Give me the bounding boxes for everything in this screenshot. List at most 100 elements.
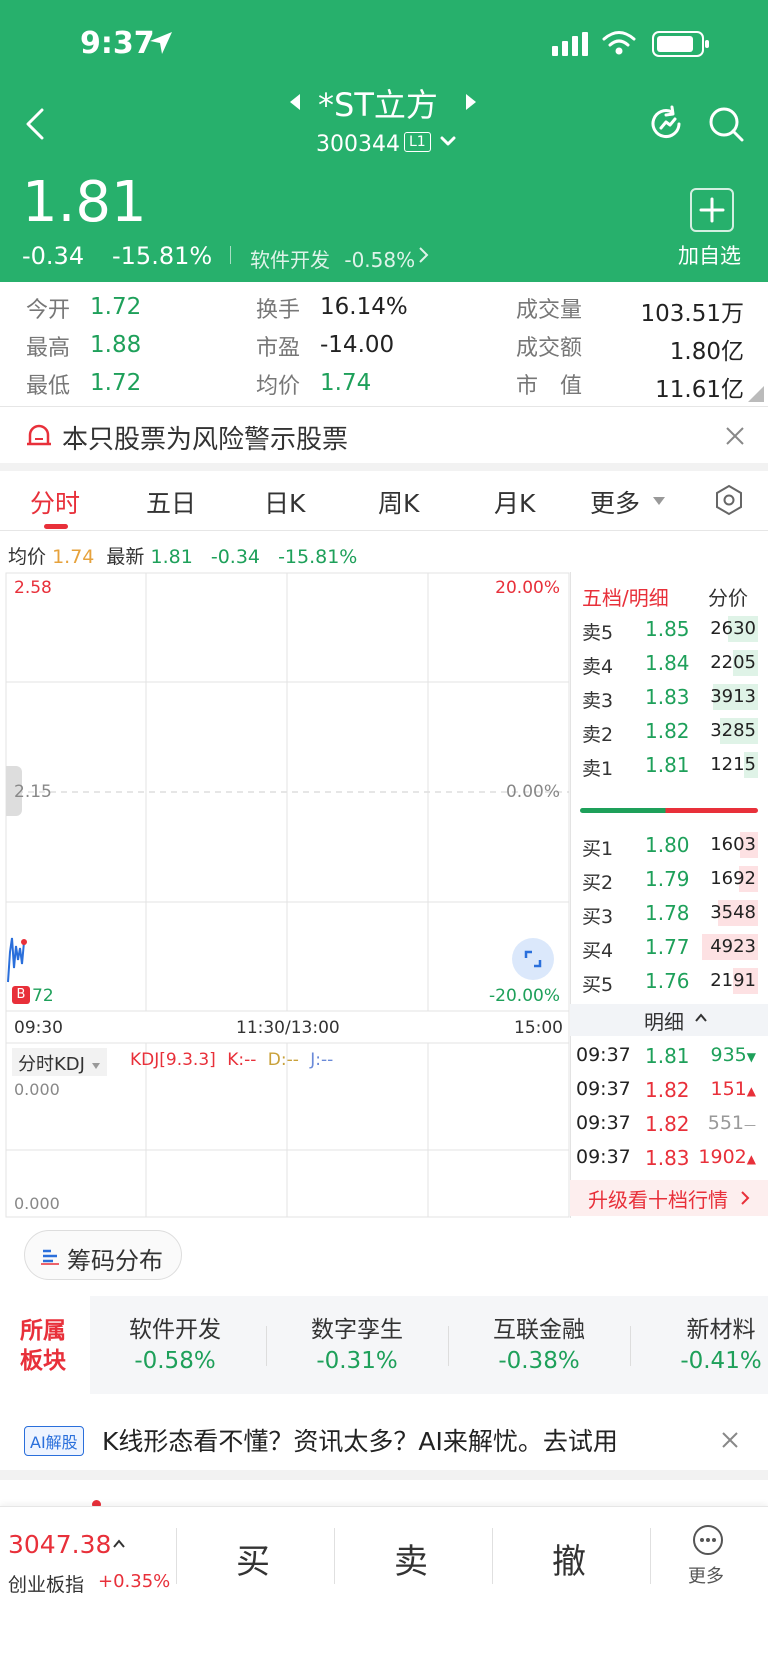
time-axis-mid: 11:30/13:00: [236, 1018, 340, 1038]
risk-warning-text: 本只股票为风险警示股票: [62, 425, 349, 455]
sector-link[interactable]: 软件开发 -0.58%: [250, 244, 415, 273]
fullscreen-button[interactable]: [512, 938, 554, 980]
high-label: 最高: [26, 336, 71, 361]
chip-distribution-button[interactable]: 筹码分布: [24, 1230, 182, 1280]
kdj-j: J:--: [310, 1050, 334, 1070]
add-watch-button[interactable]: [690, 188, 734, 232]
bid-volume: 2191: [710, 970, 756, 991]
kdj-bottom-value: 0.000: [14, 1194, 60, 1213]
back-icon[interactable]: [22, 106, 48, 142]
divider: [334, 1528, 335, 1584]
ask-volume: 1215: [710, 754, 756, 775]
sell-button[interactable]: 卖: [394, 1534, 428, 1583]
more-label[interactable]: 更多: [688, 1562, 724, 1588]
chevron-right-icon: [741, 1191, 750, 1205]
tick-price: 1.82: [645, 1112, 690, 1136]
chevron-up-icon[interactable]: [112, 1538, 126, 1550]
ask-price[interactable]: 1.81: [645, 753, 690, 777]
risk-warning-bar[interactable]: 本只股票为风险警示股票: [0, 407, 768, 463]
high-value: 1.88: [90, 332, 142, 358]
avg-value: 1.74: [52, 546, 95, 568]
search-icon[interactable]: [706, 104, 746, 144]
add-watch-label[interactable]: 加自选: [678, 240, 741, 270]
stock-code: 300344: [316, 132, 400, 157]
next-stock-icon[interactable]: [464, 92, 478, 112]
sector-item-pct: -0.41%: [680, 1348, 762, 1374]
bid-level-label: 买4: [582, 940, 614, 962]
tab-month-k[interactable]: 月K: [494, 484, 535, 520]
kdj-selector-label: 分时KDJ: [18, 1054, 85, 1075]
time-axis-end: 15:00: [514, 1018, 563, 1038]
chart-top-price: 2.58: [14, 578, 52, 598]
expand-corner-icon[interactable]: [748, 386, 764, 402]
tab-day-k[interactable]: 日K: [264, 484, 305, 520]
tick-time: 09:37: [576, 1044, 631, 1066]
active-tab-indicator: [44, 524, 68, 529]
trend-arrow-icon: ▼: [746, 1050, 756, 1064]
bid-volume: 3548: [710, 902, 756, 923]
bid-price[interactable]: 1.80: [645, 833, 690, 857]
prev-stock-icon[interactable]: [288, 92, 302, 112]
bid-price[interactable]: 1.78: [645, 901, 690, 925]
ask-price[interactable]: 1.83: [645, 685, 690, 709]
trend-arrow-icon: ▲: [746, 1152, 756, 1166]
plus-icon: [699, 197, 725, 223]
index-value[interactable]: 3047.38: [8, 1530, 111, 1559]
avg-price-label: 均价: [256, 374, 301, 399]
close-icon[interactable]: [724, 425, 746, 447]
fullscreen-icon: [524, 950, 542, 968]
low-value: 1.72: [90, 370, 142, 396]
chevron-up-icon[interactable]: [694, 1012, 708, 1024]
tick-time: 09:37: [576, 1078, 631, 1100]
buy-button[interactable]: 买: [236, 1534, 270, 1583]
kdj-k: K:--: [227, 1050, 257, 1070]
ask-price[interactable]: 1.85: [645, 617, 690, 641]
close-icon[interactable]: [720, 1430, 740, 1450]
sector-item-name[interactable]: 互联金融: [464, 1310, 614, 1344]
bid-price[interactable]: 1.79: [645, 867, 690, 891]
intraday-chart[interactable]: [0, 572, 570, 1218]
tab-five-day[interactable]: 五日: [146, 484, 196, 520]
volume-label: 成交量: [516, 298, 583, 323]
dropdown-triangle-icon: [91, 1063, 100, 1069]
ai-banner-text: K线形态看不懂？资讯太多？AI来解忧。去试用: [102, 1427, 618, 1456]
upgrade-text[interactable]: 升级看十档行情: [588, 1184, 728, 1213]
kdj-selector[interactable]: 分时KDJ: [12, 1048, 107, 1076]
bid-price[interactable]: 1.76: [645, 969, 690, 993]
sector-item-name[interactable]: 数字孪生: [282, 1310, 432, 1344]
detail-label[interactable]: 明细: [644, 1006, 684, 1035]
turnover-value: 16.14%: [320, 294, 408, 320]
chevron-down-icon[interactable]: [440, 136, 456, 148]
ask-level-label: 卖5: [582, 622, 614, 644]
sector-item-name[interactable]: 软件开发: [100, 1310, 250, 1344]
latest-pct: -15.81%: [278, 546, 358, 568]
ai-banner[interactable]: AI解股 K线形态看不懂？资讯太多？AI来解忧。去试用: [0, 1410, 768, 1470]
tick-volume-value: 151: [710, 1078, 747, 1100]
ask-price[interactable]: 1.84: [645, 651, 690, 675]
buy-marker[interactable]: B: [12, 986, 30, 1004]
level-badge[interactable]: L1: [404, 132, 431, 152]
tick-volume: 151▲: [711, 1078, 757, 1100]
battery-icon: [652, 31, 709, 57]
open-label: 今开: [26, 298, 71, 323]
price-distribution-tab[interactable]: 分价: [708, 582, 748, 611]
bid-price[interactable]: 1.77: [645, 935, 690, 959]
more-icon[interactable]: [692, 1524, 724, 1556]
tab-more[interactable]: 更多: [590, 484, 640, 520]
settings-icon[interactable]: [714, 484, 744, 516]
dropdown-triangle-icon[interactable]: [652, 496, 666, 506]
tab-intraday[interactable]: 分时: [30, 484, 80, 520]
bid-level-label: 买2: [582, 872, 614, 894]
current-price: 1.81: [22, 170, 147, 235]
sectors-title-line1: 所属: [20, 1318, 66, 1344]
buy-sell-ratio-bar: [580, 808, 758, 813]
sector-item-name[interactable]: 新材料: [646, 1310, 768, 1344]
tick-time: 09:37: [576, 1146, 631, 1168]
ask-price[interactable]: 1.82: [645, 719, 690, 743]
order-book-tab[interactable]: 五档/明细: [582, 582, 669, 611]
cancel-order-button[interactable]: 撤: [552, 1534, 586, 1583]
sectors-title: 所属 板块: [20, 1316, 66, 1376]
tab-week-k[interactable]: 周K: [378, 484, 419, 520]
bid-volume: 1603: [710, 834, 756, 855]
refresh-icon[interactable]: [646, 104, 686, 144]
